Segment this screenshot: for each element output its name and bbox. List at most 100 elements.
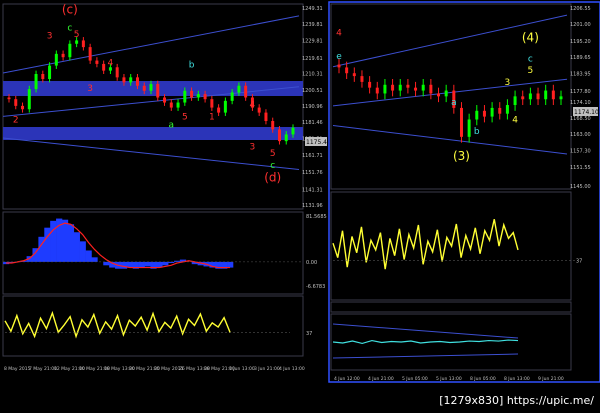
right-candle-body <box>421 84 425 91</box>
left-price-tick: 1200.51 <box>302 88 323 94</box>
right-price-tick: 1206.55 <box>570 6 591 12</box>
right-wave-label: 4 <box>512 115 518 125</box>
right-candle-body <box>475 110 479 120</box>
right-wave-label: b <box>474 127 480 137</box>
left-candle-body <box>176 102 180 108</box>
left-wave-label: 3 <box>250 143 256 153</box>
left-candle-body <box>81 40 85 48</box>
left-candle-body <box>149 84 153 91</box>
right-time-tick: 9 Jun 21:00 <box>538 376 564 382</box>
left-price-axis: 1249.31 1239.81 1229.81 1219.61 1210.31 1200.… <box>302 6 323 209</box>
left-candle-body <box>48 65 52 80</box>
right-candle-body <box>559 96 563 100</box>
right-candle-body <box>406 84 410 88</box>
macd-bar <box>227 261 234 268</box>
left-candle-body <box>122 77 126 83</box>
right-price-tick: 1183.95 <box>570 71 591 77</box>
left-oscillator-panel[interactable]: 37 <box>2 295 312 357</box>
bands-upper-line <box>332 323 519 339</box>
right-candle-body <box>467 119 471 137</box>
left-price-tick: 1151.76 <box>302 170 323 176</box>
left-wave-label: 5 <box>74 30 80 40</box>
macd-bar <box>103 261 110 266</box>
left-wave-label: 4 <box>250 101 256 111</box>
left-time-tick: 1 Jun 13:00 <box>229 366 255 372</box>
right-candle-body <box>398 84 402 91</box>
right-candle-body <box>360 76 364 82</box>
right-time-tick: 4 Jun 21:00 <box>368 376 394 382</box>
right-candle-body <box>482 110 486 117</box>
left-price-tick: 1181.46 <box>302 120 323 126</box>
left-candle-body <box>230 92 234 101</box>
left-wave-label: 3 <box>47 32 53 42</box>
left-osc-plot <box>4 310 290 339</box>
right-candle-body <box>375 87 379 94</box>
left-candle-body <box>129 77 133 83</box>
left-price-tick: 1190.96 <box>302 104 323 110</box>
left-candle-body <box>61 53 65 58</box>
right-osc-line <box>332 219 519 270</box>
right-mini-frame <box>330 301 572 313</box>
right-candle-body <box>521 96 525 100</box>
left-candle-body <box>210 99 214 108</box>
left-candle-body <box>142 85 146 91</box>
left-candle-body <box>115 67 119 78</box>
right-candle-body <box>551 90 555 100</box>
right-time-tick: 5 Jun 13:00 <box>436 376 462 382</box>
bands-mid-line <box>332 339 519 345</box>
right-wave-label: (4) <box>522 30 539 44</box>
left-wave-label: 3 <box>87 84 93 94</box>
left-wave-label: 4 <box>108 59 114 69</box>
right-mini-panel <box>330 301 572 313</box>
right-bands-plot <box>332 323 519 359</box>
right-trendline <box>332 78 568 107</box>
left-candle-body <box>203 94 207 100</box>
right-bands-panel[interactable] <box>330 313 572 371</box>
left-price-tick: 1229.81 <box>302 39 323 45</box>
macd-tick: -6.6783 <box>306 284 325 290</box>
right-candle-body <box>352 73 356 77</box>
macd-bar <box>79 241 86 262</box>
macd-bar <box>44 227 51 262</box>
right-candle-body <box>345 67 349 74</box>
left-macd-panel[interactable]: 81.5685 0.00 -6.6783 <box>2 211 327 295</box>
left-candle-body <box>7 97 11 100</box>
left-price-tick: 1249.31 <box>302 6 323 12</box>
right-price-tick: 1201.00 <box>570 22 591 28</box>
right-time-tick: 4 Jun 12:00 <box>334 376 360 382</box>
right-candle-body <box>528 93 532 100</box>
right-wave-label: 5 <box>528 66 534 76</box>
left-candle-body <box>183 90 187 103</box>
left-wave-label: b <box>189 60 195 70</box>
demand-zone <box>3 127 303 140</box>
macd-bar <box>61 219 69 262</box>
right-price-tick: 1145.00 <box>570 184 591 190</box>
macd-bar <box>85 250 92 262</box>
supply-zone <box>3 81 303 96</box>
right-candle-body <box>429 84 433 94</box>
right-price-panel[interactable]: 4 e (4) c5 a b (3) 3 4 1206.55 1201.00 1195.20 1189… <box>330 3 599 190</box>
left-candle-body <box>271 120 275 130</box>
left-candle-body <box>156 84 160 98</box>
left-price-panel[interactable]: (c)c3 543ba5 14235c(d) 1249.311239.811229.… <box>2 3 331 210</box>
left-candle-body <box>135 77 139 86</box>
left-wave-label: 5 <box>270 149 276 159</box>
left-candle-body <box>196 94 200 98</box>
right-time-tick: 5 Jun 05:00 <box>402 376 428 382</box>
left-time-tick: 8 May 2015 <box>4 366 31 372</box>
right-candle-body <box>459 107 463 137</box>
right-price-tick: 1157.30 <box>570 148 591 154</box>
right-candle-body <box>498 107 502 114</box>
left-candle-body <box>14 99 18 106</box>
left-candle-body <box>277 129 281 142</box>
right-oscillator-panel[interactable]: 37 <box>330 191 582 301</box>
macd-bar <box>120 261 128 269</box>
right-price-tick: 1151.55 <box>570 165 591 171</box>
left-candle-body <box>88 47 92 61</box>
right-time-tick: 8 Jun 05:00 <box>470 376 496 382</box>
right-candle-body <box>505 105 509 114</box>
right-candle-body <box>536 93 540 100</box>
left-candle-body <box>257 107 261 113</box>
left-candle-body <box>95 60 99 64</box>
right-price-tick: 1195.20 <box>570 39 591 45</box>
